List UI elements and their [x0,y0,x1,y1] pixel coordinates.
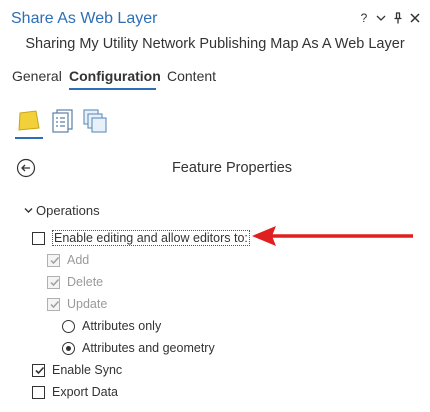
sharing-subtitle: Sharing My Utility Network Publishing Ma… [25,36,405,52]
annotation-arrow-icon [252,226,413,246]
tab-content[interactable]: Content [167,68,216,84]
pane-title-bar: Share As Web Layer ? [0,0,430,36]
stacked-pages-icon[interactable] [82,108,108,134]
pin-icon[interactable] [392,11,404,27]
active-tab-indicator [69,88,156,90]
chevron-down-icon [24,206,34,218]
properties-list-icon[interactable] [50,108,76,134]
export-data-label: Export Data [52,385,119,399]
delete-label: Delete [67,275,104,289]
operations-group-header[interactable]: Operations [24,203,100,218]
layers-icon[interactable] [16,108,42,134]
enable-sync-label: Enable Sync [52,363,123,377]
attributes-only-radio[interactable] [62,320,75,333]
add-label: Add [67,253,90,267]
enable-editing-checkbox[interactable] [32,232,45,245]
operations-header-label: Operations [36,203,100,218]
tab-configuration[interactable]: Configuration [69,68,161,84]
enable-editing-label: Enable editing and allow editors to: [52,230,250,246]
delete-checkbox[interactable] [47,276,60,289]
update-label: Update [67,297,108,311]
share-web-layer-pane: Share As Web Layer ? Sharing My Utility … [0,0,430,412]
pane-title: Share As Web Layer [11,10,158,27]
close-icon[interactable] [409,11,421,26]
add-checkbox[interactable] [47,254,60,267]
export-data-checkbox[interactable] [32,386,45,399]
enable-sync-checkbox[interactable] [32,364,45,377]
attributes-geometry-label: Attributes and geometry [82,341,215,355]
help-icon[interactable]: ? [358,11,370,25]
options-dropdown-icon[interactable] [375,11,387,26]
tab-general[interactable]: General [12,68,62,84]
update-checkbox[interactable] [47,298,60,311]
attributes-only-label: Attributes only [82,319,162,333]
section-title: Feature Properties [171,160,293,176]
attributes-geometry-radio[interactable] [62,342,75,355]
active-icon-indicator [15,137,43,139]
